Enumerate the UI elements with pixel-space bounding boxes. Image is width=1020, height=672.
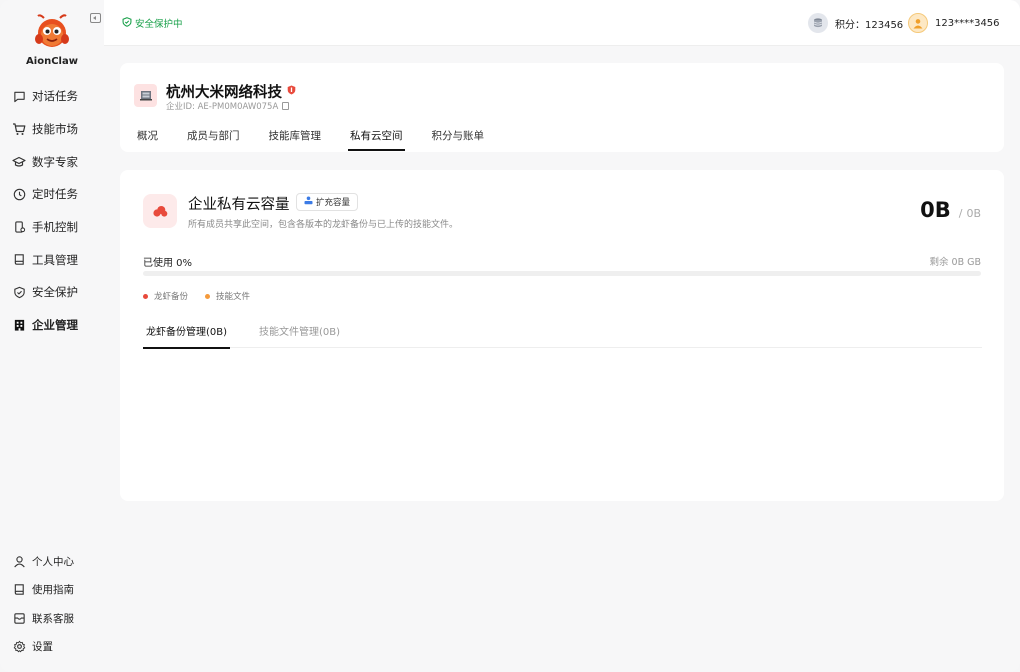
expand-capacity-button[interactable]: 扩充容量 [296,193,359,211]
tab-points-billing[interactable]: 积分与账单 [432,128,485,151]
aionclaw-logo-icon [32,12,72,52]
sidebar-item-label: 工具管理 [32,252,78,267]
usage-progress-bar [143,271,981,276]
verified-badge-icon [287,84,296,98]
sidebar-item-settings[interactable]: 设置 [12,633,100,662]
expand-capacity-label: 扩充容量 [316,198,351,208]
sidebar-item-security[interactable]: 安全保护 [12,276,100,309]
cart-icon [12,122,26,136]
security-status: 安全保护中 [122,16,183,30]
sidebar-item-digital-expert[interactable]: 数字专家 [12,145,100,178]
storage-description: 所有成员共享此空间，包含各版本的龙虾备份与已上传的技能文件。 [188,220,459,230]
sidebar-item-label: 使用指南 [32,584,74,597]
sidebar-bottom-nav: 个人中心 使用指南 联系客服 设置 [12,547,100,661]
sidebar-item-label: 手机控制 [32,220,78,235]
legend-item-skill-files: 技能文件 [205,290,250,302]
sidebar-item-label: 数字专家 [32,154,78,169]
company-id-text: 企业ID: AE-PM0M0AW075A [166,102,279,112]
sidebar-item-label: 企业管理 [32,318,78,333]
sidebar-item-label: 联系客服 [32,612,74,625]
subtab-backup-management[interactable]: 龙虾备份管理(0B) [143,323,231,349]
sidebar-item-enterprise[interactable]: 企业管理 [12,309,100,342]
sidebar-item-label: 个人中心 [32,555,74,568]
company-name: 杭州大米网络科技 [166,85,282,101]
tab-members[interactable]: 成员与部门 [187,128,240,151]
remaining-label: 剩余 0B GB [929,257,981,268]
sidebar-collapse-icon[interactable] [90,13,101,23]
tab-overview[interactable]: 概况 [137,128,158,151]
sidebar-item-label: 定时任务 [32,187,78,202]
user-icon [12,554,26,568]
legend-dot [143,293,148,299]
sidebar: AionClaw 对话任务 技能市场 数字专家 定时任务 手机控制 工具管理 安… [0,0,104,672]
chat-icon [12,89,26,103]
sidebar-item-label: 安全保护 [32,285,78,300]
company-card: 杭州大米网络科技 企业ID: AE-PM0M0AW075A 概况 成员与部门 技… [120,63,1004,152]
book-icon [12,253,26,267]
sidebar-item-profile[interactable]: 个人中心 [12,547,100,576]
tab-private-cloud[interactable]: 私有云空间 [348,128,404,151]
sidebar-item-support[interactable]: 联系客服 [12,604,100,633]
user-name: 123****3456 [935,17,1000,29]
usage-summary: 0B / 0B [920,198,981,222]
cloud-icon [143,194,177,228]
guide-icon [12,583,26,597]
tab-skill-library[interactable]: 技能库管理 [269,128,322,151]
usage-separator: / [958,207,963,220]
storage-card: 企业私有云容量 扩充容量 所有成员共享此空间，包含各版本的龙虾备份与已上传的技能… [120,170,1004,501]
legend-label: 龙虾备份 [154,292,189,302]
security-status-text: 安全保护中 [135,19,183,30]
sidebar-item-guide[interactable]: 使用指南 [12,576,100,605]
legend-dot [205,293,211,299]
user-menu[interactable]: 123****3456 [908,13,1000,33]
mail-icon [12,611,26,625]
points-display[interactable]: 积分：123456 [808,13,903,33]
gear-icon [12,640,26,654]
sidebar-nav: 对话任务 技能市场 数字专家 定时任务 手机控制 工具管理 安全保护 企业管理 [12,80,100,342]
sidebar-item-label: 技能市场 [32,122,78,137]
usage-legend: 龙虾备份 技能文件 [143,290,267,302]
storage-title: 企业私有云容量 [188,197,290,213]
storage-subtabs: 龙虾备份管理(0B) 技能文件管理(0B) [143,323,982,349]
sidebar-item-phone-control[interactable]: 手机控制 [12,211,100,244]
legend-item-backup: 龙虾备份 [143,290,188,302]
sidebar-item-label: 对话任务 [32,89,78,104]
copy-icon[interactable] [282,102,290,110]
sidebar-item-chat[interactable]: 对话任务 [12,80,100,113]
legend-label: 技能文件 [216,292,251,302]
shield-check-icon [122,16,132,30]
avatar-icon [908,13,928,33]
coins-icon [808,13,828,33]
phone-icon [12,220,26,234]
points-text: 积分：123456 [835,19,904,31]
sidebar-item-tool-management[interactable]: 工具管理 [12,243,100,276]
app-name: AionClaw [26,56,78,67]
logo-area: AionClaw [0,12,104,67]
expand-icon [304,196,313,208]
sidebar-item-skill-market[interactable]: 技能市场 [12,113,100,146]
clock-icon [12,187,26,201]
shield-icon [12,285,26,299]
used-percent-label: 已使用 0% [143,258,193,269]
subtab-skill-file-management[interactable]: 技能文件管理(0B) [256,323,343,348]
company-logo-icon [134,84,157,107]
total-value: 0B [966,207,981,220]
company-tabs: 概况 成员与部门 技能库管理 私有云空间 积分与账单 [137,128,513,151]
used-value: 0B [920,198,951,222]
graduation-cap-icon [12,155,26,169]
building-icon [12,318,26,332]
company-id: 企业ID: AE-PM0M0AW075A [166,100,290,112]
app-window: AionClaw 对话任务 技能市场 数字专家 定时任务 手机控制 工具管理 安… [0,0,1020,672]
sidebar-item-label: 设置 [32,641,53,654]
sidebar-item-scheduled-task[interactable]: 定时任务 [12,178,100,211]
top-bar: 安全保护中 积分：123456 123****3456 [104,0,1020,46]
